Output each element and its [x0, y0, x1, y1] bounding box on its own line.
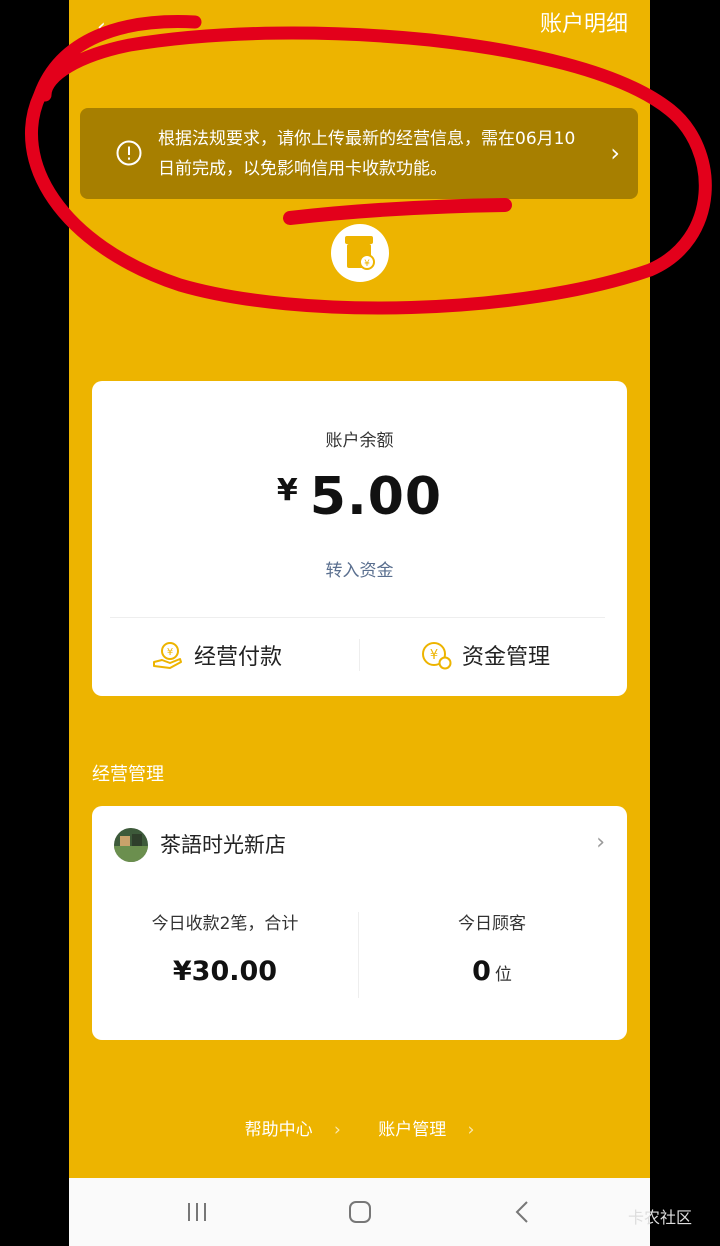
- today-customers-value: 0位: [359, 955, 625, 992]
- recent-apps-icon[interactable]: [185, 1200, 209, 1224]
- compliance-notice-banner[interactable]: 根据法规要求，请你上传最新的经营信息，需在06月10日前完成，以免影响信用卡收款…: [80, 108, 638, 199]
- payment-hand-icon: ¥: [153, 642, 182, 669]
- chevron-right-icon: ›: [596, 830, 605, 855]
- notice-text: 根据法规要求，请你上传最新的经营信息，需在06月10日前完成，以免影响信用卡收款…: [158, 129, 576, 179]
- today-income: 今日收款2笔，合计 ¥30.00: [92, 911, 358, 989]
- account-detail-link[interactable]: 账户明细: [540, 10, 628, 40]
- watermark: 卡农社区: [628, 1208, 693, 1227]
- balance-label: 账户余额: [325, 431, 394, 451]
- today-customers: 今日顾客 0位: [359, 911, 625, 992]
- section-title: 经营管理: [92, 764, 164, 785]
- fund-management-label: 资金管理: [462, 645, 551, 670]
- divider: [110, 617, 605, 618]
- business-payment-button[interactable]: ¥ 经营付款: [152, 639, 282, 671]
- customer-count: 0: [472, 956, 491, 987]
- today-customers-label: 今日顾客: [458, 914, 526, 934]
- store-name: 茶語时光新店: [160, 833, 286, 857]
- footer-links: 帮助中心 › 账户管理 ›: [69, 1115, 650, 1140]
- business-payment-label: 经营付款: [194, 645, 283, 670]
- chevron-right-icon: ›: [610, 139, 620, 167]
- account-management-link[interactable]: 账户管理 ›: [370, 1120, 482, 1140]
- app-screen: ‹ 账户明细 根据法规要求，请你上传最新的经营信息，需在06月10日前完成，以免…: [69, 0, 650, 1178]
- fund-management-icon: ¥: [422, 642, 452, 670]
- help-center-link[interactable]: 帮助中心 ›: [237, 1120, 349, 1140]
- transfer-funds-link[interactable]: 转入资金: [92, 556, 627, 581]
- balance-value: 5.00: [309, 467, 443, 527]
- chevron-right-icon: ›: [333, 1120, 341, 1140]
- back-icon[interactable]: [511, 1200, 535, 1224]
- system-navigation-bar: [69, 1178, 650, 1246]
- store-icon: ¥: [331, 224, 389, 282]
- balance-amount: ¥5.00: [92, 467, 627, 527]
- home-icon[interactable]: [348, 1200, 372, 1224]
- store-card[interactable]: 茶語时光新店 › 今日收款2笔，合计 ¥30.00 今日顾客 0位: [92, 806, 627, 1040]
- today-income-label: 今日收款2笔，合计: [151, 914, 299, 934]
- svg-text:¥: ¥: [364, 259, 370, 269]
- divider: [359, 639, 360, 671]
- back-arrow-icon[interactable]: ‹: [97, 16, 117, 40]
- svg-text:¥: ¥: [167, 647, 173, 658]
- balance-card: 账户余额 ¥5.00 转入资金 ¥ 经营付款 ¥ 资金管理: [92, 381, 627, 696]
- store-avatar: [114, 828, 148, 862]
- warning-circle-icon: [116, 140, 142, 166]
- today-income-value: ¥30.00: [172, 956, 278, 987]
- customer-unit: 位: [494, 965, 512, 985]
- fund-management-button[interactable]: ¥ 资金管理: [420, 639, 550, 671]
- svg-text:¥: ¥: [430, 648, 438, 663]
- currency-symbol: ¥: [276, 473, 298, 508]
- chevron-right-icon: ›: [467, 1120, 475, 1140]
